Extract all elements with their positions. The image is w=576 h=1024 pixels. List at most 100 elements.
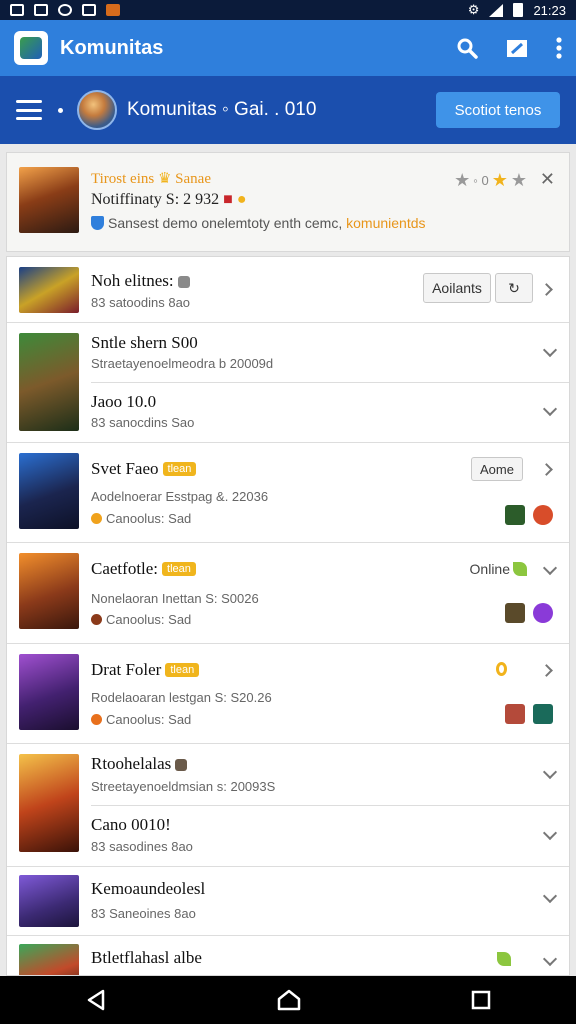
app-bar: Komunitas — [0, 20, 576, 76]
item-meta: 83 sasodines 8ao — [91, 839, 193, 854]
signal-icon — [489, 3, 504, 17]
crown-icon: ♛ — [157, 171, 172, 187]
star-icon: ★ — [454, 170, 471, 190]
item-action-button[interactable]: Aoilants — [423, 273, 491, 303]
reward-icon — [533, 505, 553, 525]
star-icon: ★ — [491, 170, 508, 190]
item-thumbnail — [19, 654, 79, 730]
community-list: Noh elitnes: 83 satoodins 8ao Aoilants ↻… — [6, 256, 570, 976]
chevron-down-icon[interactable] — [542, 560, 558, 576]
list-item[interactable]: Kemoaundeolesl 83 Saneoines 8ao — [7, 867, 569, 936]
more-vert-icon[interactable] — [556, 37, 562, 59]
list-item[interactable]: Drat Foler tlean Rodelaoaran lestgan S: S… — [7, 644, 569, 744]
chevron-right-icon[interactable] — [540, 664, 553, 677]
reward-icon — [533, 603, 553, 623]
item-meta: Straetayenoelmeodra b 20009d — [91, 356, 274, 371]
item-name: Sntle shern S00 — [91, 333, 198, 352]
notification-icon — [496, 662, 507, 676]
list-item[interactable]: Caetfotle: tlean Nonelaoran Inettan S: S0… — [7, 543, 569, 644]
badge-icon — [175, 759, 188, 771]
item-meta-secondary: Canoolus: Sad — [91, 612, 191, 627]
item-name: Cano 0010! — [91, 815, 171, 834]
featured-subtitle: Notiffinaty S: 2 932 ■ ● — [91, 191, 247, 208]
item-meta: 83 satoodins 8ao — [91, 295, 191, 310]
status-badge: tlean — [162, 562, 196, 576]
image-icon — [10, 4, 24, 16]
status-badge: tlean — [165, 663, 200, 677]
header-action-button[interactable]: Scotiot tenos — [436, 92, 560, 128]
item-thumbnail — [19, 453, 79, 529]
drive-icon — [82, 4, 96, 16]
app-notification-icon — [106, 4, 120, 16]
coin-icon: ● — [236, 191, 247, 208]
recents-icon[interactable] — [471, 990, 491, 1010]
item-name: Kemoaundeolesl — [91, 879, 206, 898]
list-item[interactable]: Noh elitnes: 83 satoodins 8ao Aoilants ↻ — [7, 257, 569, 323]
alarm-icon: ⚙ — [467, 2, 480, 17]
featured-card[interactable]: Tirost eins ♛ Sanae Notiffinaty S: 2 932… — [6, 152, 570, 252]
chevron-right-icon[interactable] — [540, 283, 553, 296]
online-status: Online — [470, 561, 527, 577]
featured-title: Tirost eins ♛ Sanae — [91, 171, 211, 187]
close-icon[interactable]: ✕ — [540, 169, 555, 190]
item-meta: 83 sanocdins Sao — [91, 415, 195, 430]
chevron-down-icon[interactable] — [542, 764, 558, 780]
badge-icon — [177, 276, 190, 288]
item-action-button[interactable]: Aome — [471, 457, 523, 481]
community-link[interactable]: komunientds — [346, 215, 425, 231]
notification-icons — [10, 4, 120, 16]
community-header: Komunitas ◦ Gai. . 010 Scotiot tenos — [0, 76, 576, 144]
item-name: Noh elitnes: — [91, 271, 190, 291]
community-title: Komunitas ◦ Gai. . 010 — [127, 99, 317, 120]
item-meta: Nonelaoran Inettan S: S0026 — [91, 591, 259, 606]
coin-icon — [91, 513, 102, 524]
item-thumbnail — [19, 944, 79, 975]
featured-thumbnail — [19, 167, 79, 233]
online-icon — [513, 562, 527, 576]
item-meta: Rodelaoaran lestgan S: S20.26 — [91, 690, 272, 705]
divider — [91, 805, 569, 806]
menu-icon[interactable] — [16, 100, 42, 120]
chevron-down-icon[interactable] — [542, 951, 558, 967]
item-thumbnail — [19, 875, 79, 927]
item-thumbnail — [19, 333, 79, 431]
reward-icon — [505, 505, 525, 525]
reward-icon — [505, 603, 525, 623]
star-icon: ★ — [510, 170, 527, 190]
battery-icon — [513, 3, 524, 17]
item-meta: Aodelnoerar Esstpag &. 22036 — [91, 489, 269, 504]
coin-icon — [91, 614, 102, 625]
flag-icon: ■ — [223, 191, 233, 208]
separator-dot — [58, 107, 63, 113]
home-icon[interactable] — [277, 989, 301, 1011]
community-avatar[interactable] — [77, 90, 117, 130]
coin-icon — [91, 714, 102, 725]
featured-description: Sansest demo onelemtoty enth cemc, komun… — [91, 215, 426, 231]
edit-icon[interactable] — [506, 37, 528, 59]
back-icon[interactable] — [85, 989, 107, 1011]
chevron-down-icon[interactable] — [542, 401, 558, 417]
chevron-right-icon[interactable] — [540, 463, 553, 476]
reward-icon — [505, 704, 525, 724]
item-name: Svet Faeo tlean — [91, 459, 197, 479]
refresh-icon[interactable]: ↻ — [495, 273, 533, 303]
rating: ★ ◦ 0 ★ ★ — [454, 170, 527, 190]
search-icon[interactable] — [456, 37, 478, 59]
item-meta-secondary: Canoolus: Sad — [91, 511, 191, 526]
app-logo — [14, 31, 48, 65]
item-meta-secondary: Canoolus: Sad — [91, 712, 191, 727]
chevron-down-icon[interactable] — [542, 825, 558, 841]
item-meta: Streetayenoeldmsian s: 20093S — [91, 779, 276, 794]
chevron-down-icon[interactable] — [542, 888, 558, 904]
list-item[interactable]: Btletflahasl albe — [7, 936, 569, 975]
reward-icon — [533, 704, 553, 724]
clock: 21:23 — [533, 2, 566, 18]
chevron-down-icon[interactable] — [542, 342, 558, 358]
list-item[interactable]: Svet Faeo tlean Aodelnoerar Esstpag &. 22… — [7, 443, 569, 543]
shield-icon — [91, 216, 104, 230]
list-group: Sntle shern S00 Straetayenoelmeodra b 20… — [7, 323, 569, 443]
item-name: Caetfotle: tlean — [91, 559, 196, 579]
item-name: Jaoo 10.0 — [91, 392, 157, 411]
item-meta: 83 Saneoines 8ao — [91, 906, 196, 921]
app-title: Komunitas — [60, 36, 164, 59]
